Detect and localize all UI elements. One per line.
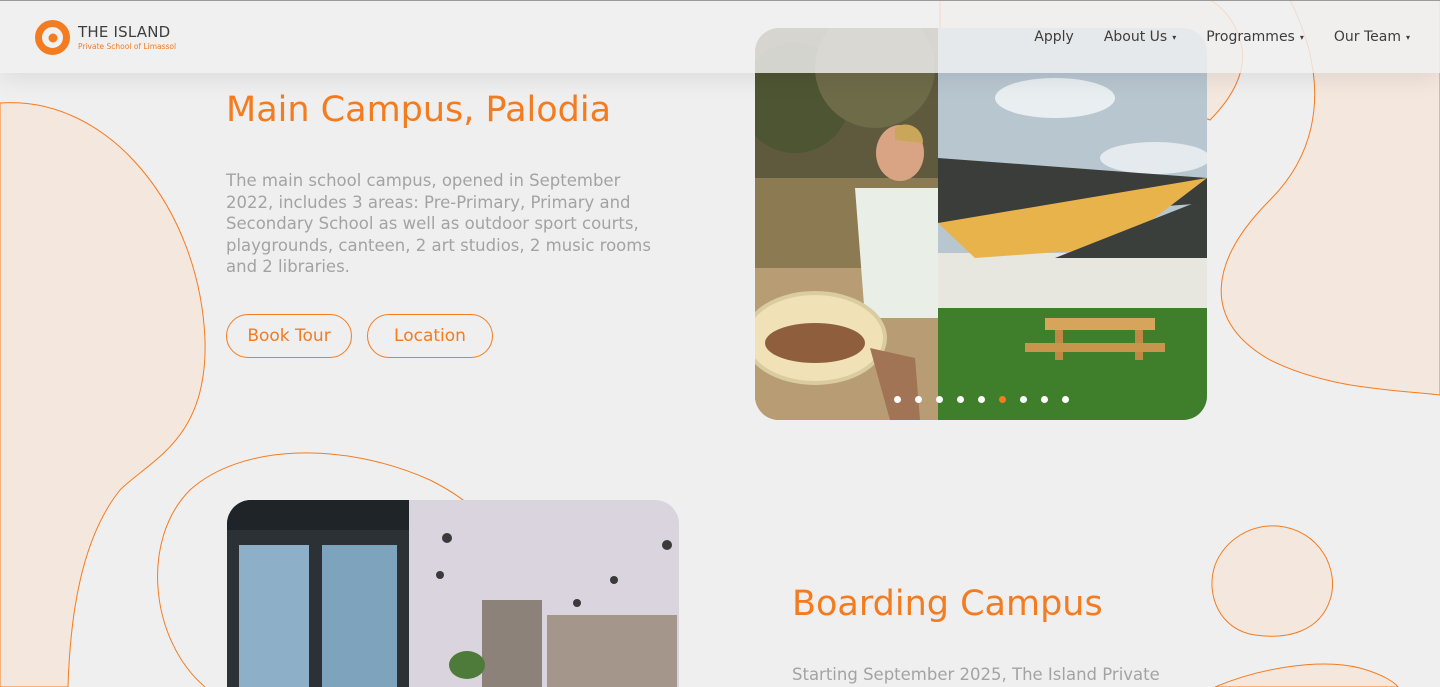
- main-nav: Apply About Us ▾ Programmes ▾ Our Team ▾: [1034, 29, 1410, 45]
- main-campus-description: The main school campus, opened in Septem…: [226, 171, 651, 276]
- decorative-blobs: [0, 0, 1440, 687]
- gallery-dot[interactable]: [977, 396, 985, 403]
- nav-programmes-label: Programmes: [1206, 29, 1295, 45]
- caret-down-icon: ▾: [1405, 32, 1410, 42]
- boarding-campus-description: Starting September 2025, The Island Priv…: [792, 665, 1160, 684]
- site-header: THE ISLAND Private School of Limassol Ap…: [0, 0, 1440, 73]
- main-campus-gallery[interactable]: [755, 28, 1207, 420]
- page: THE ISLAND Private School of Limassol Ap…: [0, 0, 1440, 687]
- main-campus-title: Main Campus, Palodia: [226, 90, 612, 130]
- logo-tagline: Private School of Limassol: [78, 41, 177, 51]
- nav-about-us[interactable]: About Us ▾: [1104, 29, 1176, 45]
- gallery-dot[interactable]: [956, 396, 964, 403]
- nav-apply-label: Apply: [1034, 29, 1074, 45]
- gallery-pagination: [755, 396, 1207, 403]
- gallery-dot[interactable]: [1061, 396, 1069, 403]
- gallery-dot[interactable]: [1040, 396, 1048, 403]
- gallery-dot[interactable]: [914, 396, 922, 403]
- book-tour-button[interactable]: Book Tour: [226, 314, 352, 358]
- location-button[interactable]: Location: [367, 314, 493, 358]
- gallery-dot-active[interactable]: [998, 396, 1006, 403]
- gallery-dot[interactable]: [1019, 396, 1027, 403]
- logo[interactable]: THE ISLAND Private School of Limassol: [35, 20, 176, 55]
- campus-photo: [755, 28, 1207, 420]
- nav-apply[interactable]: Apply: [1034, 29, 1074, 45]
- boarding-campus-title: Boarding Campus: [792, 584, 1103, 624]
- logo-title: THE ISLAND: [78, 22, 171, 41]
- caret-down-icon: ▾: [1172, 32, 1177, 42]
- logo-text: THE ISLAND Private School of Limassol: [78, 22, 177, 51]
- nav-programmes[interactable]: Programmes ▾: [1206, 29, 1304, 45]
- gallery-dot[interactable]: [893, 396, 901, 403]
- caret-down-icon: ▾: [1299, 32, 1304, 42]
- logo-icon: [35, 20, 70, 55]
- nav-our-team[interactable]: Our Team ▾: [1334, 29, 1410, 45]
- boarding-photo-svg: [227, 500, 679, 687]
- nav-our-team-label: Our Team: [1333, 29, 1401, 45]
- nav-about-us-label: About Us: [1103, 29, 1168, 45]
- gallery-dot[interactable]: [935, 396, 943, 403]
- boarding-campus-photo: [227, 500, 679, 687]
